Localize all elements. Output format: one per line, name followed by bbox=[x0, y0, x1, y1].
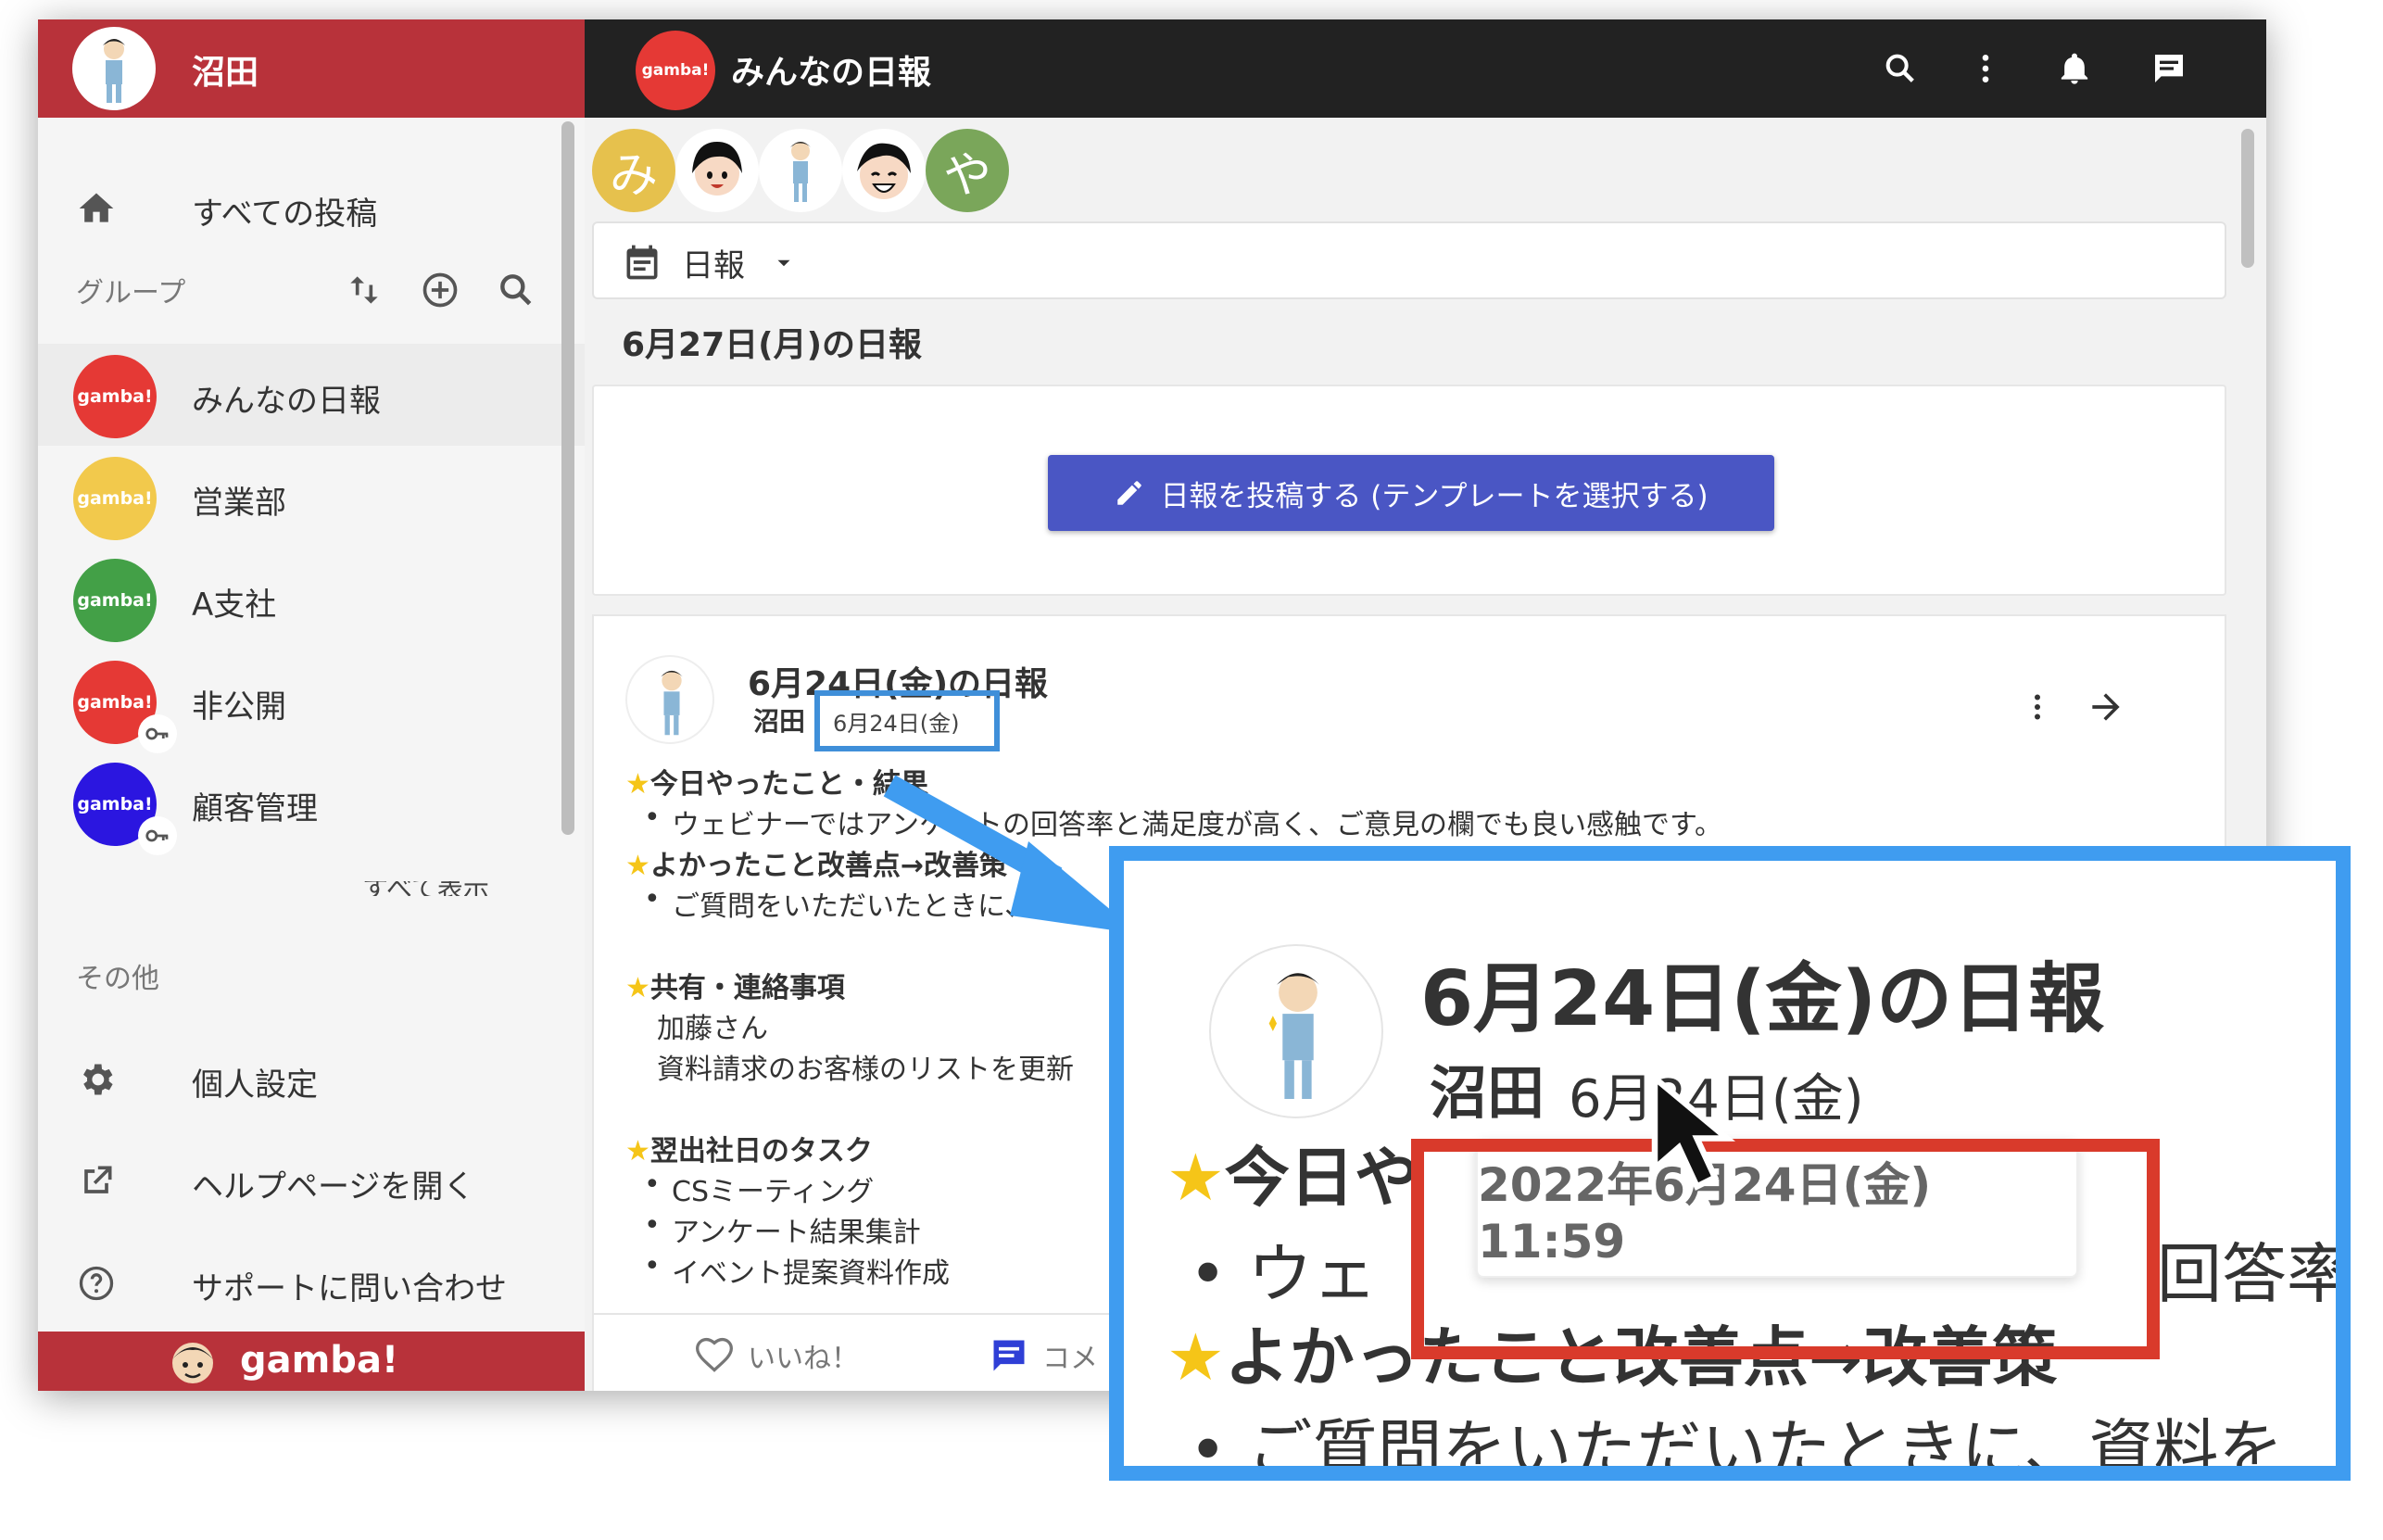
author-avatar-zoomed bbox=[1209, 944, 1383, 1118]
home-icon bbox=[79, 193, 114, 222]
comment-label: コメ bbox=[1042, 1343, 1098, 1375]
text-line: 資料請求のお客様のリストを更新 bbox=[657, 1054, 1074, 1086]
group-item-private[interactable]: gamba! 非公開 bbox=[38, 650, 585, 753]
list-item: イベント提案資料作成 bbox=[644, 1250, 950, 1291]
group-name: みんなの日報 bbox=[192, 383, 381, 420]
pencil-icon bbox=[1117, 481, 1142, 505]
zoom-author: 沼田 bbox=[1430, 1059, 1545, 1127]
member-avatar[interactable]: み bbox=[592, 129, 675, 212]
groups-section-label: グループ bbox=[76, 277, 186, 309]
search-groups-icon[interactable] bbox=[496, 270, 536, 310]
more-vert-icon[interactable] bbox=[1967, 50, 2004, 87]
template-select-label: 日報 bbox=[682, 247, 745, 284]
user-avatar[interactable] bbox=[72, 27, 156, 110]
sidebar-item-support[interactable]: サポートに問い合わせ bbox=[38, 1233, 585, 1330]
sidebar-item-label: ヘルプページを開く bbox=[192, 1168, 475, 1205]
more-vert-icon[interactable] bbox=[2021, 687, 2054, 727]
zoom-line: • ご質問をいただいたときに、資料を bbox=[1189, 1412, 2284, 1481]
zoom-line: 回答率 bbox=[2157, 1236, 2351, 1312]
bell-icon[interactable] bbox=[2056, 50, 2093, 87]
group-item-customers[interactable]: gamba! 顧客管理 bbox=[38, 751, 585, 855]
date-heading: 6月27日(月)の日報 bbox=[622, 326, 923, 364]
sidebar-item-settings[interactable]: 個人設定 bbox=[38, 1029, 585, 1126]
group-logo: gamba! bbox=[73, 457, 157, 540]
list-item: ウェビナーではアンケートの回答率と満足度が高く、ご意見の欄でも良い感触です。 bbox=[644, 802, 1722, 842]
key-icon bbox=[138, 714, 177, 753]
sidebar-footer: gamba! bbox=[38, 1332, 585, 1391]
search-icon[interactable] bbox=[1882, 50, 1919, 87]
group-name: 非公開 bbox=[192, 688, 286, 726]
group-logo: gamba! bbox=[73, 559, 157, 642]
sidebar-item-label: 個人設定 bbox=[192, 1067, 318, 1104]
page-title: みんなの日報 bbox=[731, 54, 932, 92]
sidebar: 沼田 すべての投稿 グループ gamba! みんなの日報 gamba! 営業部 … bbox=[38, 19, 585, 1391]
comment-icon bbox=[993, 1340, 1025, 1371]
sidebar-item-all-posts[interactable]: すべての投稿 bbox=[38, 158, 585, 255]
member-avatar[interactable]: や bbox=[926, 129, 1009, 212]
sidebar-item-label: すべての投稿 bbox=[192, 196, 378, 233]
main-scrollbar[interactable] bbox=[2241, 129, 2254, 268]
sidebar-user-name: 沼田 bbox=[192, 54, 259, 92]
sort-icon[interactable] bbox=[344, 270, 385, 310]
chevron-down-icon bbox=[777, 259, 790, 267]
group-item-minna[interactable]: gamba! みんなの日報 bbox=[38, 344, 585, 446]
group-logo: gamba! bbox=[636, 31, 715, 110]
post-report-button[interactable]: 日報を投稿する (テンプレートを選択する) bbox=[1048, 455, 1774, 531]
like-label: いいね！ bbox=[748, 1343, 859, 1375]
zoom-line: ★今日や bbox=[1166, 1140, 1419, 1216]
help-circle-icon bbox=[79, 1266, 114, 1301]
list-item: アンケート結果集計 bbox=[644, 1209, 921, 1250]
post-report-label: 日報を投稿する (テンプレートを選択する) bbox=[1160, 479, 1708, 513]
sidebar-item-label: サポートに問い合わせ bbox=[192, 1270, 507, 1307]
arrow-right-icon[interactable] bbox=[2086, 687, 2126, 727]
sidebar-scrollbar[interactable] bbox=[561, 121, 574, 835]
group-item-a-branch[interactable]: gamba! A支社 bbox=[38, 548, 585, 650]
zoom-line: • ウェ bbox=[1189, 1236, 1378, 1312]
text-line: 加藤さん bbox=[657, 1013, 768, 1045]
list-item: CSミーティング bbox=[644, 1168, 874, 1209]
calendar-icon bbox=[626, 245, 658, 280]
highlight-box bbox=[814, 690, 1000, 751]
group-name: 営業部 bbox=[192, 485, 286, 522]
member-avatar[interactable] bbox=[759, 129, 842, 212]
like-button[interactable]: いいね！ bbox=[694, 1335, 859, 1376]
chat-icon[interactable] bbox=[2150, 50, 2188, 87]
group-name: 顧客管理 bbox=[192, 790, 318, 827]
mascot-icon bbox=[172, 1343, 213, 1383]
section-heading: ★共有・連絡事項 bbox=[625, 972, 845, 1004]
group-name: A支社 bbox=[192, 587, 277, 624]
show-all-link[interactable]: すべて表示 bbox=[362, 881, 489, 896]
add-group-icon[interactable] bbox=[420, 270, 460, 310]
footer-brand: gamba! bbox=[240, 1339, 399, 1382]
member-avatar[interactable] bbox=[675, 129, 759, 212]
group-logo: gamba! bbox=[73, 355, 157, 438]
topbar: gamba! みんなの日報 bbox=[585, 19, 2266, 118]
other-section-label: その他 bbox=[76, 963, 159, 995]
template-select[interactable]: 日報 bbox=[592, 221, 2226, 299]
tooltip-highlight-box bbox=[1411, 1139, 2160, 1359]
author-avatar[interactable] bbox=[625, 655, 714, 744]
zoom-title: 6月24日(金)の日報 bbox=[1420, 955, 2105, 1043]
external-link-icon bbox=[84, 1166, 112, 1193]
post-card: 日報を投稿する (テンプレートを選択する) bbox=[592, 385, 2226, 596]
comment-button[interactable]: コメ bbox=[989, 1335, 1098, 1376]
section-heading: ★翌出社日のタスク bbox=[625, 1135, 873, 1168]
key-icon bbox=[138, 816, 177, 855]
heart-icon bbox=[696, 1337, 733, 1372]
mouse-cursor-icon bbox=[1651, 1072, 1735, 1191]
entry-author[interactable]: 沼田 bbox=[753, 701, 805, 738]
gear-icon bbox=[83, 1064, 113, 1095]
sidebar-item-help[interactable]: ヘルプページを開く bbox=[38, 1131, 585, 1228]
group-item-sales[interactable]: gamba! 営業部 bbox=[38, 446, 585, 548]
member-avatar[interactable] bbox=[842, 129, 926, 212]
sidebar-header: 沼田 bbox=[38, 19, 585, 118]
zoom-callout: 6月24日(金)の日報 沼田 6月24日(金) ★今日や • ウェ 回答率 ★よ… bbox=[1109, 846, 2351, 1481]
